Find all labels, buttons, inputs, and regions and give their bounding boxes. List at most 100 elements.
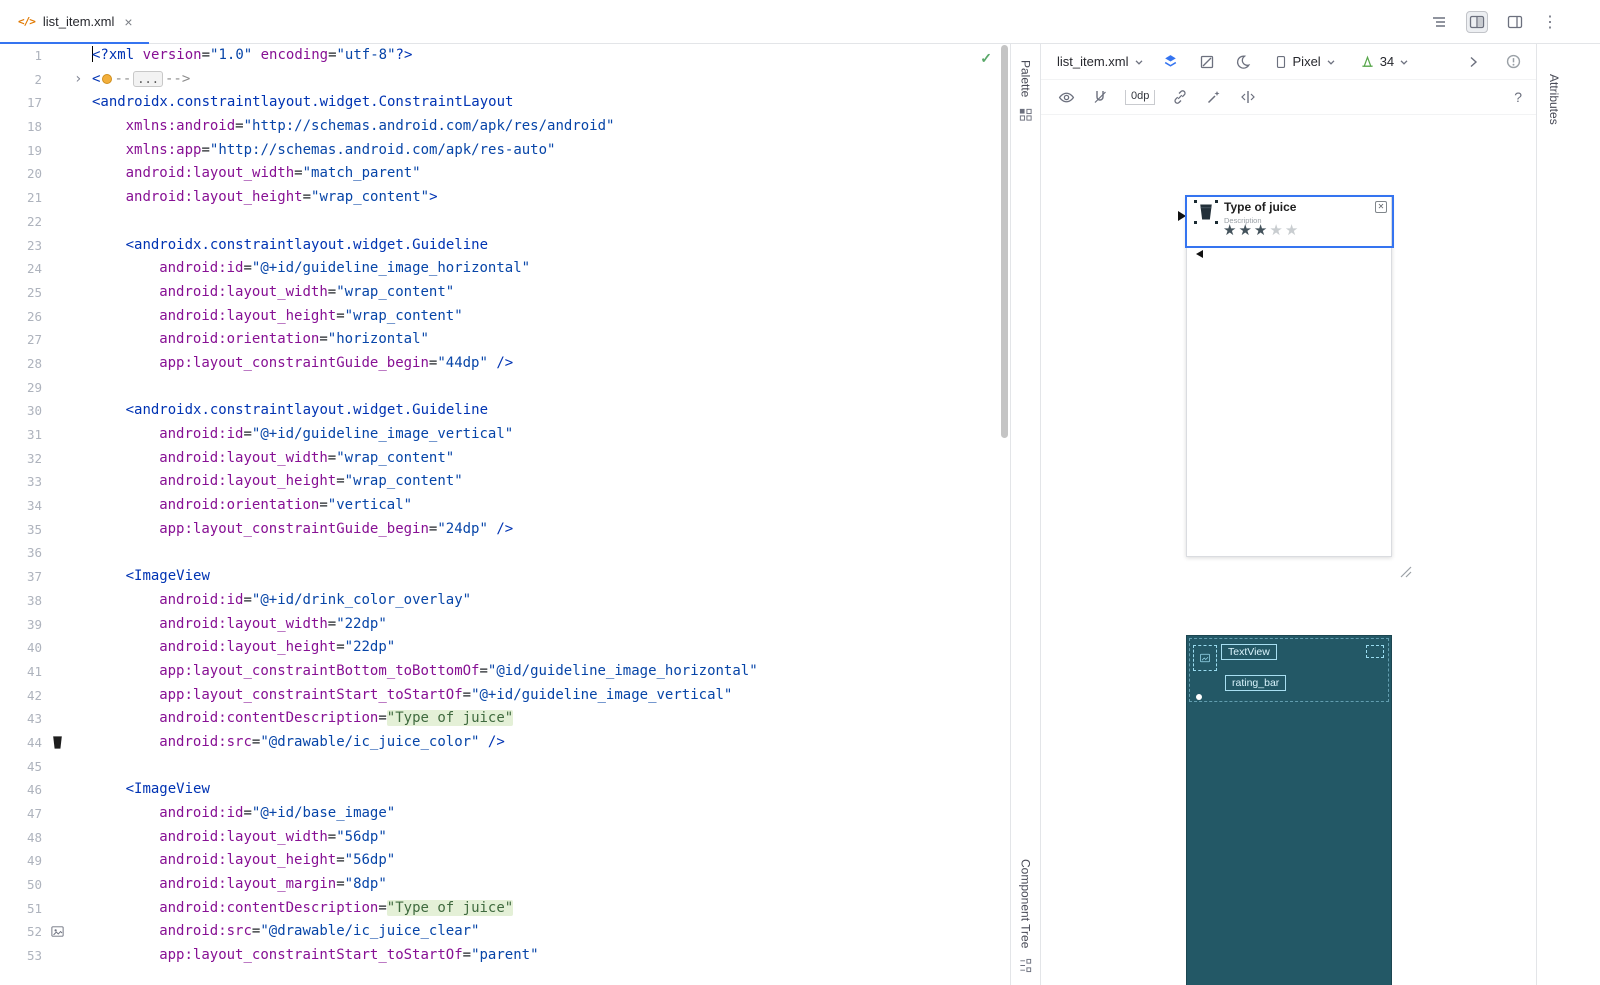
infer-constraints-icon[interactable] — [1205, 88, 1223, 106]
code-line[interactable]: 38android:id="@+id/drink_color_overlay" — [0, 589, 1010, 613]
resize-handle-icon[interactable] — [1215, 200, 1218, 203]
palette-label: Palette — [1019, 60, 1033, 97]
component-tree-label: Component Tree — [1019, 859, 1033, 948]
blueprint-toggle-icon[interactable] — [1198, 53, 1216, 71]
blueprint-rating-bar[interactable]: rating_bar — [1225, 675, 1286, 691]
layout-mode-icon[interactable] — [1504, 11, 1526, 33]
code-line[interactable]: 1<?xml version="1.0" encoding="utf-8"?> — [0, 44, 1010, 68]
structure-view-icon[interactable] — [1428, 11, 1450, 33]
resize-handle-icon[interactable] — [1194, 200, 1197, 203]
code-line[interactable]: 47android:id="@+id/base_image" — [0, 802, 1010, 826]
blueprint-textview[interactable]: TextView — [1221, 644, 1277, 660]
api-level-selector[interactable]: 34 — [1360, 54, 1409, 69]
code-line[interactable]: 49android:layout_height="56dp" — [0, 849, 1010, 873]
design-canvas[interactable]: Type of juice Description ★★★★★ ✕ TextVi… — [1041, 115, 1536, 985]
component-tree-tab[interactable]: Component Tree — [1011, 859, 1040, 973]
code-line[interactable]: 44android:src="@drawable/ic_juice_color"… — [0, 731, 1010, 755]
code-line[interactable]: 34android:orientation="vertical" — [0, 494, 1010, 518]
code-editor[interactable]: 1<?xml version="1.0" encoding="utf-8"?>2… — [0, 44, 1010, 985]
code-line[interactable]: 2›<--...--> — [0, 68, 1010, 92]
code-line[interactable]: 50android:layout_margin="8dp" — [0, 873, 1010, 897]
code-line[interactable]: 20android:layout_width="match_parent" — [0, 162, 1010, 186]
code-line[interactable]: 24android:id="@+id/guideline_image_horiz… — [0, 257, 1010, 281]
more-options-icon[interactable]: ⋮ — [1542, 12, 1558, 32]
code-line[interactable]: 17<androidx.constraintlayout.widget.Cons… — [0, 91, 1010, 115]
code-line[interactable]: 29 — [0, 376, 1010, 400]
clear-constraints-icon[interactable] — [1171, 88, 1189, 106]
star-icon[interactable]: ★ — [1269, 222, 1284, 239]
blueprint-surface[interactable]: TextView rating_bar — [1186, 635, 1392, 985]
line-number: 23 — [0, 234, 42, 258]
code-line[interactable]: 21android:layout_height="wrap_content"> — [0, 186, 1010, 210]
code-line[interactable]: 19xmlns:app="http://schemas.android.com/… — [0, 139, 1010, 163]
code-line[interactable]: 52android:src="@drawable/ic_juice_clear" — [0, 920, 1010, 944]
line-number: 27 — [0, 328, 42, 352]
default-margins-button[interactable]: 0dp — [1125, 90, 1155, 105]
code-line[interactable]: 25android:layout_width="wrap_content" — [0, 281, 1010, 305]
star-icon[interactable]: ★ — [1285, 222, 1300, 239]
code-line[interactable]: 42app:layout_constraintStart_toStartOf="… — [0, 684, 1010, 708]
star-icon[interactable]: ★ — [1238, 222, 1253, 239]
code-line[interactable]: 43android:contentDescription="Type of ju… — [0, 707, 1010, 731]
design-surface-icon[interactable] — [1162, 53, 1180, 71]
code-line[interactable]: 26android:layout_height="wrap_content" — [0, 305, 1010, 329]
code-line[interactable]: 37<ImageView — [0, 565, 1010, 589]
device-selector[interactable]: Pixel — [1274, 54, 1336, 70]
star-icon[interactable]: ★ — [1254, 222, 1269, 239]
editor-scrollbar[interactable] — [1001, 45, 1008, 438]
code-line[interactable]: 39android:layout_width="22dp" — [0, 613, 1010, 637]
help-button[interactable]: ? — [1514, 89, 1522, 105]
code-line[interactable]: 41app:layout_constraintBottom_toBottomOf… — [0, 660, 1010, 684]
view-options-icon[interactable] — [1057, 88, 1075, 106]
code-line[interactable]: 45 — [0, 755, 1010, 779]
inspections-ok-icon[interactable]: ✓ — [980, 50, 992, 67]
drawable-image-icon[interactable] — [50, 924, 65, 939]
code-line[interactable]: 27android:orientation="horizontal" — [0, 328, 1010, 352]
code-line[interactable]: 32android:layout_width="wrap_content" — [0, 447, 1010, 471]
pack-selection-icon[interactable] — [1239, 88, 1257, 106]
code-line[interactable]: 33android:layout_height="wrap_content" — [0, 470, 1010, 494]
code-line[interactable]: 48android:layout_width="56dp" — [0, 826, 1010, 850]
code-line[interactable]: 28app:layout_constraintGuide_begin="44dp… — [0, 352, 1010, 376]
code-line[interactable]: 53app:layout_constraintStart_toStartOf="… — [0, 944, 1010, 968]
code-line[interactable]: 22 — [0, 210, 1010, 234]
fold-chevron-icon[interactable]: › — [74, 68, 82, 92]
issue-panel-icon[interactable] — [1504, 53, 1522, 71]
design-preview-surface[interactable]: Type of juice Description ★★★★★ ✕ — [1186, 196, 1392, 557]
code-line[interactable]: 46<ImageView — [0, 778, 1010, 802]
code-line[interactable]: 23<androidx.constraintlayout.widget.Guid… — [0, 234, 1010, 258]
star-icon[interactable]: ★ — [1223, 222, 1238, 239]
line-number: 26 — [0, 305, 42, 329]
palette-tab[interactable]: Palette — [1011, 60, 1040, 122]
code-line[interactable]: 51android:contentDescription="Type of ju… — [0, 897, 1010, 921]
code-line[interactable]: 31android:id="@+id/guideline_image_verti… — [0, 423, 1010, 447]
code-line[interactable]: 18xmlns:android="http://schemas.android.… — [0, 115, 1010, 139]
blueprint-imageview[interactable] — [1193, 645, 1217, 671]
split-editor-icon[interactable] — [1466, 11, 1488, 33]
canvas-resize-icon[interactable] — [1397, 563, 1413, 579]
autoconnect-icon[interactable] — [1091, 88, 1109, 106]
left-tool-strip: Palette Component Tree — [1010, 44, 1041, 985]
rating-bar[interactable]: ★★★★★ — [1223, 221, 1300, 239]
tab-list-item-xml[interactable]: </> list_item.xml × — [0, 0, 149, 44]
tab-close-icon[interactable]: × — [124, 14, 132, 30]
code-line[interactable]: 36 — [0, 541, 1010, 565]
selected-list-item[interactable]: Type of juice Description ★★★★★ ✕ — [1185, 195, 1394, 248]
resize-handle-icon[interactable] — [1194, 221, 1197, 224]
resize-handle-icon[interactable] — [1215, 221, 1218, 224]
line-number: 45 — [0, 755, 42, 779]
constraint-anchor-icon[interactable] — [1196, 694, 1202, 700]
code-line[interactable]: 40android:layout_height="22dp" — [0, 636, 1010, 660]
night-mode-icon[interactable] — [1234, 53, 1252, 71]
blueprint-delete-box[interactable] — [1366, 645, 1384, 658]
delete-icon[interactable]: ✕ — [1375, 201, 1387, 213]
code-line[interactable]: 35app:layout_constraintGuide_begin="24dp… — [0, 518, 1010, 542]
next-screen-icon[interactable] — [1464, 53, 1482, 71]
attributes-tab[interactable]: Attributes — [1547, 74, 1561, 125]
line-number: 1 — [0, 44, 42, 68]
design-file-selector[interactable]: list_item.xml — [1057, 54, 1144, 69]
code-line[interactable]: 30<androidx.constraintlayout.widget.Guid… — [0, 399, 1010, 423]
juice-cup-icon[interactable] — [1196, 202, 1216, 222]
drawable-cup-icon[interactable] — [50, 735, 65, 750]
folded-region[interactable]: ... — [133, 71, 163, 87]
